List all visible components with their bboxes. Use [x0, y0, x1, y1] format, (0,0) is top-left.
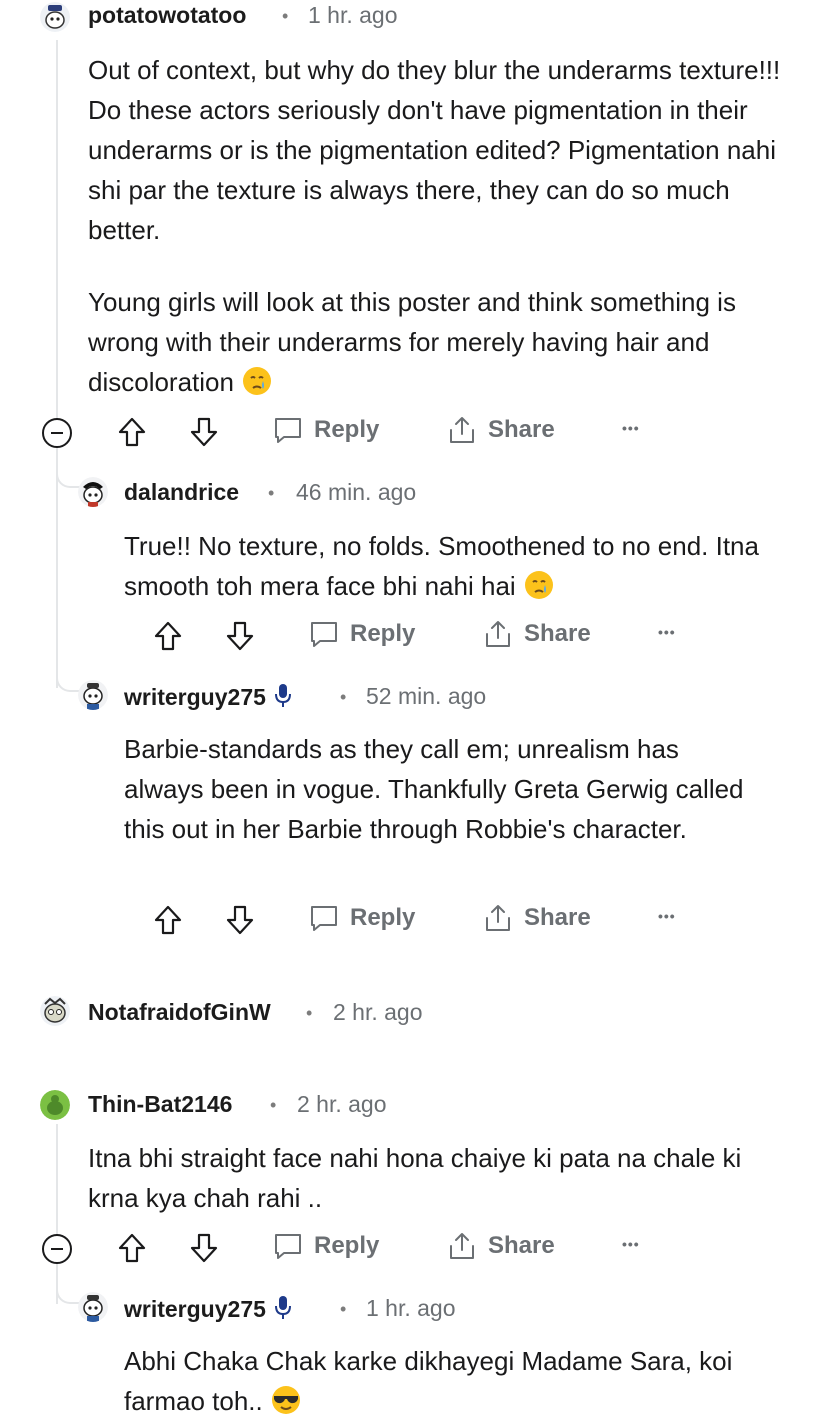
- reply-button[interactable]: Reply: [308, 902, 415, 934]
- comment-paragraph: Abhi Chaka Chak karke dikhayegi Madame S…: [124, 1341, 804, 1421]
- comment-icon: [275, 1234, 301, 1259]
- more-icon: •••: [658, 624, 676, 640]
- share-button[interactable]: Share: [482, 618, 591, 650]
- more-options-button[interactable]: •••: [658, 624, 676, 640]
- more-options-button[interactable]: •••: [622, 1236, 640, 1252]
- timestamp[interactable]: 2 hr. ago: [297, 1091, 387, 1118]
- share-label: Share: [524, 904, 591, 931]
- comment-paragraph: Out of context, but why do they blur the…: [88, 55, 781, 245]
- microphone-icon: [274, 1296, 291, 1319]
- username[interactable]: dalandrice: [124, 479, 239, 506]
- comment-paragraph: Barbie-standards as they call em; unreal…: [124, 734, 744, 844]
- username-text: writerguy275: [124, 684, 266, 710]
- comment-body: Barbie-standards as they call em; unreal…: [124, 729, 764, 849]
- upvote-icon[interactable]: [116, 1232, 148, 1264]
- username[interactable]: writerguy275: [124, 1295, 292, 1323]
- more-options-button[interactable]: •••: [622, 420, 640, 436]
- comment-icon: [275, 418, 301, 443]
- reply-button[interactable]: Reply: [272, 1230, 379, 1262]
- more-icon: •••: [622, 1236, 640, 1252]
- timestamp[interactable]: 52 min. ago: [366, 683, 486, 710]
- thread-line-main[interactable]: [56, 40, 58, 420]
- upvote-icon[interactable]: [116, 416, 148, 448]
- microphone-icon: [274, 684, 291, 707]
- upvote-icon[interactable]: [152, 904, 184, 936]
- share-button[interactable]: Share: [482, 902, 591, 934]
- separator-dot: •: [306, 1003, 313, 1023]
- comment-icon: [311, 906, 337, 931]
- more-icon: •••: [622, 420, 640, 436]
- upvote-icon[interactable]: [152, 620, 184, 652]
- avatar[interactable]: [78, 1292, 108, 1322]
- share-button[interactable]: Share: [446, 1230, 555, 1262]
- separator-dot: •: [340, 1299, 347, 1319]
- downvote-icon[interactable]: [224, 904, 256, 936]
- crying-face-icon: [243, 367, 272, 395]
- thread-line-replies[interactable]: [56, 448, 58, 688]
- share-icon: [450, 1233, 474, 1259]
- avatar[interactable]: [78, 477, 108, 507]
- separator-dot: •: [282, 6, 289, 26]
- reply-button[interactable]: Reply: [308, 618, 415, 650]
- comment-paragraph: Itna bhi straight face nahi hona chaiye …: [88, 1143, 742, 1213]
- timestamp[interactable]: 2 hr. ago: [333, 999, 423, 1026]
- share-label: Share: [488, 1232, 555, 1259]
- timestamp[interactable]: 1 hr. ago: [308, 2, 398, 29]
- collapse-thread-button[interactable]: [42, 418, 72, 448]
- avatar[interactable]: [78, 680, 108, 710]
- comment-icon: [311, 622, 337, 647]
- more-options-button[interactable]: •••: [658, 908, 676, 924]
- reply-label: Reply: [350, 904, 416, 931]
- username[interactable]: NotafraidofGinW: [88, 999, 271, 1026]
- username[interactable]: writerguy275: [124, 683, 292, 711]
- downvote-icon[interactable]: [224, 620, 256, 652]
- separator-dot: •: [268, 483, 275, 503]
- comment-body: Abhi Chaka Chak karke dikhayegi Madame S…: [124, 1341, 804, 1421]
- timestamp[interactable]: 46 min. ago: [296, 479, 416, 506]
- comment-body: True!! No texture, no folds. Smoothened …: [124, 526, 794, 606]
- downvote-icon[interactable]: [188, 1232, 220, 1264]
- comment-text: Abhi Chaka Chak karke dikhayegi Madame S…: [124, 1346, 733, 1416]
- crying-face-icon: [524, 571, 553, 599]
- avatar[interactable]: [40, 996, 70, 1026]
- downvote-icon[interactable]: [188, 416, 220, 448]
- share-icon: [486, 905, 510, 931]
- share-button[interactable]: Share: [446, 414, 555, 446]
- avatar[interactable]: [40, 1090, 70, 1120]
- more-icon: •••: [658, 908, 676, 924]
- thread-connector: [56, 470, 82, 488]
- reply-label: Reply: [314, 1232, 380, 1259]
- sunglasses-face-icon: [271, 1386, 300, 1414]
- thread-line-main[interactable]: [56, 1124, 58, 1236]
- username[interactable]: potatowotatoo: [88, 2, 246, 29]
- share-icon: [450, 417, 474, 443]
- reply-label: Reply: [350, 620, 416, 647]
- avatar[interactable]: [40, 2, 70, 32]
- comment-text: Young girls will look at this poster and…: [88, 287, 736, 397]
- comment-body: Itna bhi straight face nahi hona chaiye …: [88, 1138, 798, 1218]
- separator-dot: •: [340, 687, 347, 707]
- username[interactable]: Thin-Bat2146: [88, 1091, 232, 1118]
- share-label: Share: [488, 416, 555, 443]
- share-label: Share: [524, 620, 591, 647]
- comment-paragraph: Young girls will look at this poster and…: [88, 282, 803, 402]
- collapse-thread-button[interactable]: [42, 1234, 72, 1264]
- comment-text: True!! No texture, no folds. Smoothened …: [124, 531, 759, 601]
- reply-button[interactable]: Reply: [272, 414, 379, 446]
- timestamp[interactable]: 1 hr. ago: [366, 1295, 456, 1322]
- comment-body: Out of context, but why do they blur the…: [88, 50, 803, 402]
- username-text: writerguy275: [124, 1296, 266, 1322]
- reply-label: Reply: [314, 416, 380, 443]
- comment-paragraph: True!! No texture, no folds. Smoothened …: [124, 526, 794, 606]
- separator-dot: •: [270, 1095, 277, 1115]
- share-icon: [486, 621, 510, 647]
